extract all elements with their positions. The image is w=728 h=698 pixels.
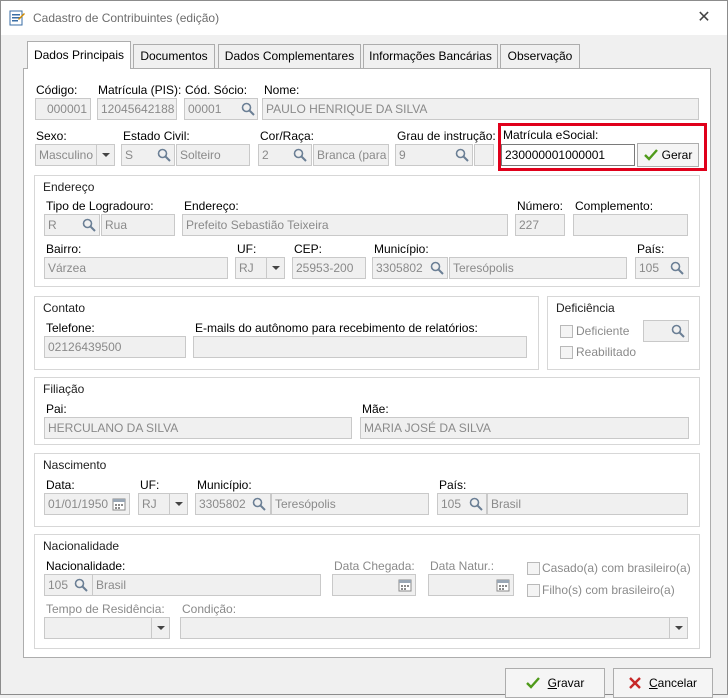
deficiente-checkbox[interactable] xyxy=(560,325,573,338)
endereco-uf-chevron-down-icon[interactable] xyxy=(266,257,284,279)
endereco-label: Endereço: xyxy=(184,199,239,213)
condicao-chevron-down-icon[interactable] xyxy=(669,617,687,639)
mae-field[interactable]: MARIA JOSÉ DA SILVA xyxy=(360,417,689,439)
mae-label: Mãe: xyxy=(362,402,389,416)
dialog-window: Cadastro de Contribuintes (edição) ✕ Dad… xyxy=(0,0,728,698)
codigo-label: Código: xyxy=(36,83,78,97)
bairro-field[interactable]: Várzea xyxy=(44,257,228,279)
cancelar-button-label: Cancelar xyxy=(648,676,698,690)
tempo-residencia-chevron-down-icon[interactable] xyxy=(151,617,169,639)
cep-field[interactable]: 25953-200 xyxy=(292,257,366,279)
complemento-field[interactable] xyxy=(573,214,688,236)
deficiente-checkbox-label: Deficiente xyxy=(576,324,630,338)
tipo-logradouro-desc-field: Rua xyxy=(101,214,175,236)
nascimento-pais-label: País: xyxy=(439,478,467,492)
endereco-uf-label: UF: xyxy=(237,242,257,256)
sexo-chevron-down-icon[interactable] xyxy=(96,144,114,166)
contato-group-title: Contato xyxy=(43,301,86,315)
nascimento-group-title: Nascimento xyxy=(43,458,107,472)
data-chegada-calendar-icon[interactable] xyxy=(394,574,416,596)
emails-label: E-mails do autônomo para recebimento de … xyxy=(195,321,478,335)
nascimento-data-label: Data: xyxy=(46,478,75,492)
check-icon xyxy=(525,677,540,689)
reabilitado-checkbox-label: Reabilitado xyxy=(576,345,637,359)
estado-civil-label: Estado Civil: xyxy=(123,129,190,143)
nascimento-municipio-label: Município: xyxy=(197,478,252,492)
telefone-field[interactable]: 02126439500 xyxy=(44,336,186,358)
bairro-label: Bairro: xyxy=(46,242,82,256)
check-icon xyxy=(643,149,658,161)
endereco-municipio-search-icon[interactable] xyxy=(426,257,448,279)
tipo-logradouro-search-icon[interactable] xyxy=(78,214,100,236)
endereco-group-title: Endereço xyxy=(43,180,95,194)
casado-checkbox[interactable] xyxy=(527,562,540,575)
complemento-label: Complemento: xyxy=(575,199,654,213)
nascimento-group: Nascimento xyxy=(34,453,700,527)
grau-instrucao-desc-field xyxy=(474,144,494,166)
telefone-label: Telefone: xyxy=(46,321,95,335)
cancelar-button[interactable]: Cancelar xyxy=(613,668,713,698)
nascimento-calendar-icon[interactable] xyxy=(108,493,130,515)
endereco-pais-label: País: xyxy=(637,242,665,256)
nacionalidade-group-title: Nacionalidade xyxy=(43,539,120,553)
data-natur-calendar-icon[interactable] xyxy=(492,574,514,596)
data-chegada-label: Data Chegada: xyxy=(334,559,415,573)
matricula-pis-label: Matrícula (PIS): xyxy=(98,83,182,97)
grau-instrucao-label: Grau de instrução: xyxy=(397,129,496,143)
deficiencia-group-title: Deficiência xyxy=(556,301,615,315)
nascimento-uf-label: UF: xyxy=(140,478,160,492)
filho-checkbox-label: Filho(s) com brasileiro(a) xyxy=(542,583,675,597)
grau-instrucao-search-icon[interactable] xyxy=(451,144,473,166)
condicao-select[interactable] xyxy=(180,617,688,639)
cor-raca-search-icon[interactable] xyxy=(289,144,311,166)
estado-civil-desc-field: Solteiro xyxy=(176,144,250,166)
nome-field[interactable]: PAULO HENRIQUE DA SILVA xyxy=(262,98,699,120)
gerar-button-label: Gerar xyxy=(661,148,693,162)
tempo-residencia-label: Tempo de Residência: xyxy=(46,602,165,616)
endereco-municipio-desc-field: Teresópolis xyxy=(449,257,627,279)
cod-socio-search-icon[interactable] xyxy=(237,98,259,120)
matricula-esocial-label: Matrícula eSocial: xyxy=(503,128,599,142)
cod-socio-label: Cód. Sócio: xyxy=(185,83,248,97)
cor-raca-desc-field: Branca (para a xyxy=(313,144,389,166)
gravar-button[interactable]: Gravar xyxy=(505,668,605,698)
cor-raca-label: Cor/Raça: xyxy=(260,129,315,143)
endereco-field[interactable]: Prefeito Sebastião Teixeira xyxy=(182,214,508,236)
numero-field[interactable]: 227 xyxy=(515,214,565,236)
nascimento-municipio-desc-field: Teresópolis xyxy=(271,493,429,515)
pai-field[interactable]: HERCULANO DA SILVA xyxy=(44,417,352,439)
nascimento-uf-chevron-down-icon[interactable] xyxy=(169,493,187,515)
nascimento-municipio-search-icon[interactable] xyxy=(248,493,270,515)
pai-label: Pai: xyxy=(46,402,67,416)
filho-checkbox[interactable] xyxy=(527,584,540,597)
codigo-field[interactable]: 000001 xyxy=(35,98,91,120)
estado-civil-search-icon[interactable] xyxy=(153,144,175,166)
nome-label: Nome: xyxy=(264,83,300,97)
emails-field[interactable] xyxy=(193,336,527,358)
nascimento-pais-desc-field: Brasil xyxy=(487,493,688,515)
matricula-pis-field[interactable]: 12045642188 xyxy=(97,98,177,120)
nacionalidade-search-icon[interactable] xyxy=(70,574,92,596)
gerar-button[interactable]: Gerar xyxy=(637,143,699,167)
casado-checkbox-label: Casado(a) com brasileiro(a) xyxy=(542,561,691,575)
condicao-label: Condição: xyxy=(182,602,237,616)
deficiencia-search-icon[interactable] xyxy=(667,320,689,342)
endereco-pais-search-icon[interactable] xyxy=(666,257,688,279)
tipo-logradouro-label: Tipo de Logradouro: xyxy=(46,199,154,213)
endereco-municipio-label: Município: xyxy=(374,242,429,256)
filiacao-group-title: Filiação xyxy=(43,382,85,396)
sexo-label: Sexo: xyxy=(36,129,67,143)
data-natur-label: Data Natur.: xyxy=(430,559,495,573)
cep-label: CEP: xyxy=(294,242,323,256)
reabilitado-checkbox[interactable] xyxy=(560,346,573,359)
nascimento-pais-search-icon[interactable] xyxy=(465,493,487,515)
gravar-button-label: Gravar xyxy=(547,676,585,690)
matricula-esocial-input[interactable]: 230000001000001 xyxy=(501,144,635,166)
nacionalidade-label: Nacionalidade: xyxy=(46,559,126,573)
numero-label: Número: xyxy=(517,199,564,213)
cancel-x-icon xyxy=(629,677,641,689)
nacionalidade-desc-field: Brasil xyxy=(92,574,321,596)
